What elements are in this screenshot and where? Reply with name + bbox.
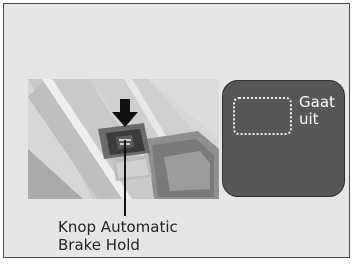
button-callout-label: Knop Automatic Brake Hold — [58, 218, 178, 254]
indicator-status-line-2: uit — [299, 110, 319, 128]
brake-hold-indicator-panel: Gaat uit — [222, 80, 345, 197]
indicator-status-text: Gaat uit — [299, 94, 343, 128]
illustration-frame: Gaat uit Knop Automatic Brake Hold — [3, 3, 350, 258]
indicator-status-line-1: Gaat — [299, 93, 335, 111]
callout-leader-line — [124, 140, 126, 216]
indicator-light-off — [233, 97, 292, 135]
callout-line-1: Knop Automatic — [58, 218, 178, 236]
callout-line-2: Brake Hold — [58, 236, 140, 254]
